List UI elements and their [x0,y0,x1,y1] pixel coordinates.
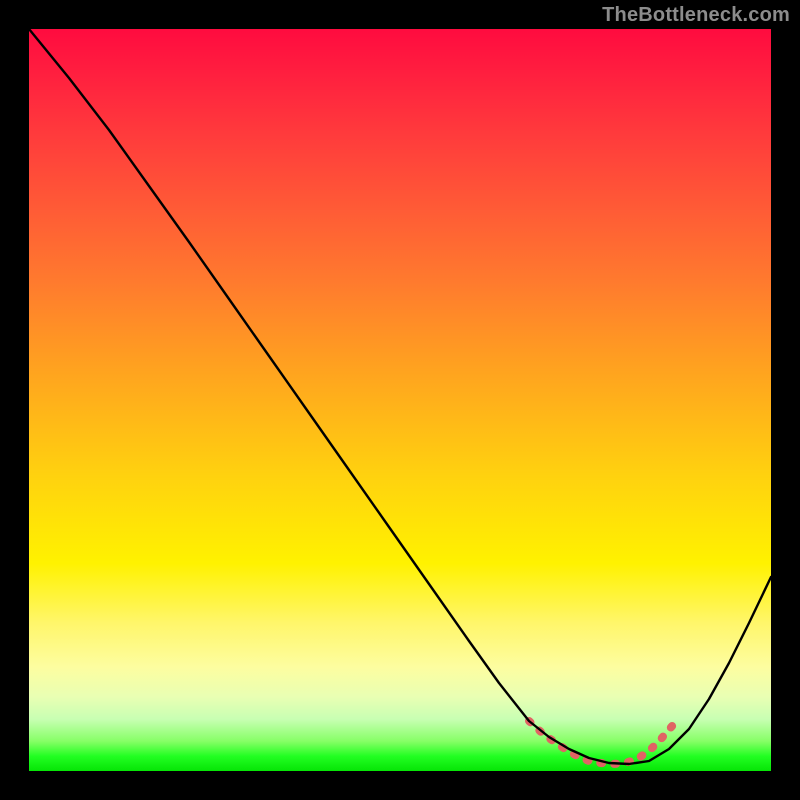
watermark-text: TheBottleneck.com [602,4,790,27]
valley-accent-line [529,721,673,764]
chart-stage: TheBottleneck.com [0,0,800,800]
main-curve [29,29,771,764]
chart-overlay [29,29,771,771]
